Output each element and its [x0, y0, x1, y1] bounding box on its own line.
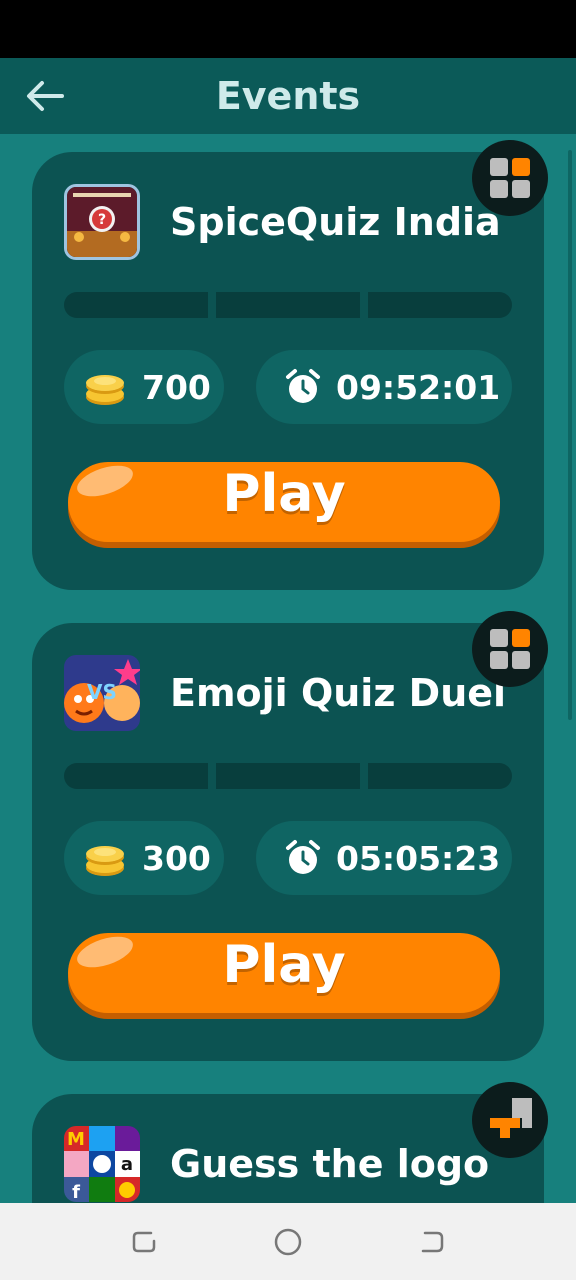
- event-title: Emoji Quiz Duel: [170, 671, 507, 715]
- scrollbar[interactable]: [568, 150, 572, 720]
- event-title: Guess the logo: [170, 1142, 490, 1186]
- recent-apps-icon[interactable]: [129, 1227, 159, 1257]
- back-icon[interactable]: [417, 1227, 447, 1257]
- system-nav-bar: [0, 1203, 576, 1280]
- event-card: VS Emoji Quiz Duel 300 05:05:23 Play: [32, 611, 548, 1061]
- guess-the-logo-app-icon: M a f: [64, 1126, 140, 1202]
- grid-squares-icon[interactable]: [472, 140, 548, 216]
- home-icon[interactable]: [273, 1227, 303, 1257]
- timer-value: 05:05:23: [336, 839, 501, 878]
- coins-icon: [86, 846, 124, 876]
- play-label: Play: [222, 935, 346, 995]
- app-bar: Events: [0, 58, 576, 134]
- play-label: Play: [222, 464, 346, 524]
- coins-value: 700: [142, 368, 211, 407]
- alarm-clock-icon: [286, 840, 320, 874]
- coins-pill: 300: [64, 821, 224, 895]
- svg-text:M: M: [67, 1129, 85, 1150]
- coins-value: 300: [142, 839, 211, 878]
- timer-pill: 05:05:23: [256, 821, 512, 895]
- svg-text:f: f: [72, 1182, 80, 1202]
- page-title: Events: [215, 74, 361, 118]
- play-button[interactable]: Play: [68, 930, 500, 1013]
- svg-text:VS: VS: [87, 680, 117, 704]
- progress-bar: [64, 292, 512, 318]
- spicequiz-app-icon: ?: [64, 184, 140, 260]
- svg-text:?: ?: [98, 212, 106, 228]
- block-puzzle-icon[interactable]: [472, 1082, 548, 1158]
- play-button[interactable]: Play: [68, 459, 500, 542]
- event-title: SpiceQuiz India: [170, 200, 501, 244]
- status-bar: [0, 0, 576, 58]
- progress-bar: [64, 763, 512, 789]
- emoji-quiz-duel-app-icon: VS: [64, 655, 140, 731]
- coins-icon: [86, 375, 124, 405]
- coins-pill: 700: [64, 350, 224, 424]
- svg-text:a: a: [121, 1154, 133, 1175]
- event-card: ? SpiceQuiz India 700 09:52:01 Play: [32, 140, 548, 590]
- grid-squares-icon[interactable]: [472, 611, 548, 687]
- timer-pill: 09:52:01: [256, 350, 512, 424]
- alarm-clock-icon: [286, 369, 320, 403]
- event-card: M a f Guess the logo: [32, 1082, 548, 1203]
- timer-value: 09:52:01: [336, 368, 501, 407]
